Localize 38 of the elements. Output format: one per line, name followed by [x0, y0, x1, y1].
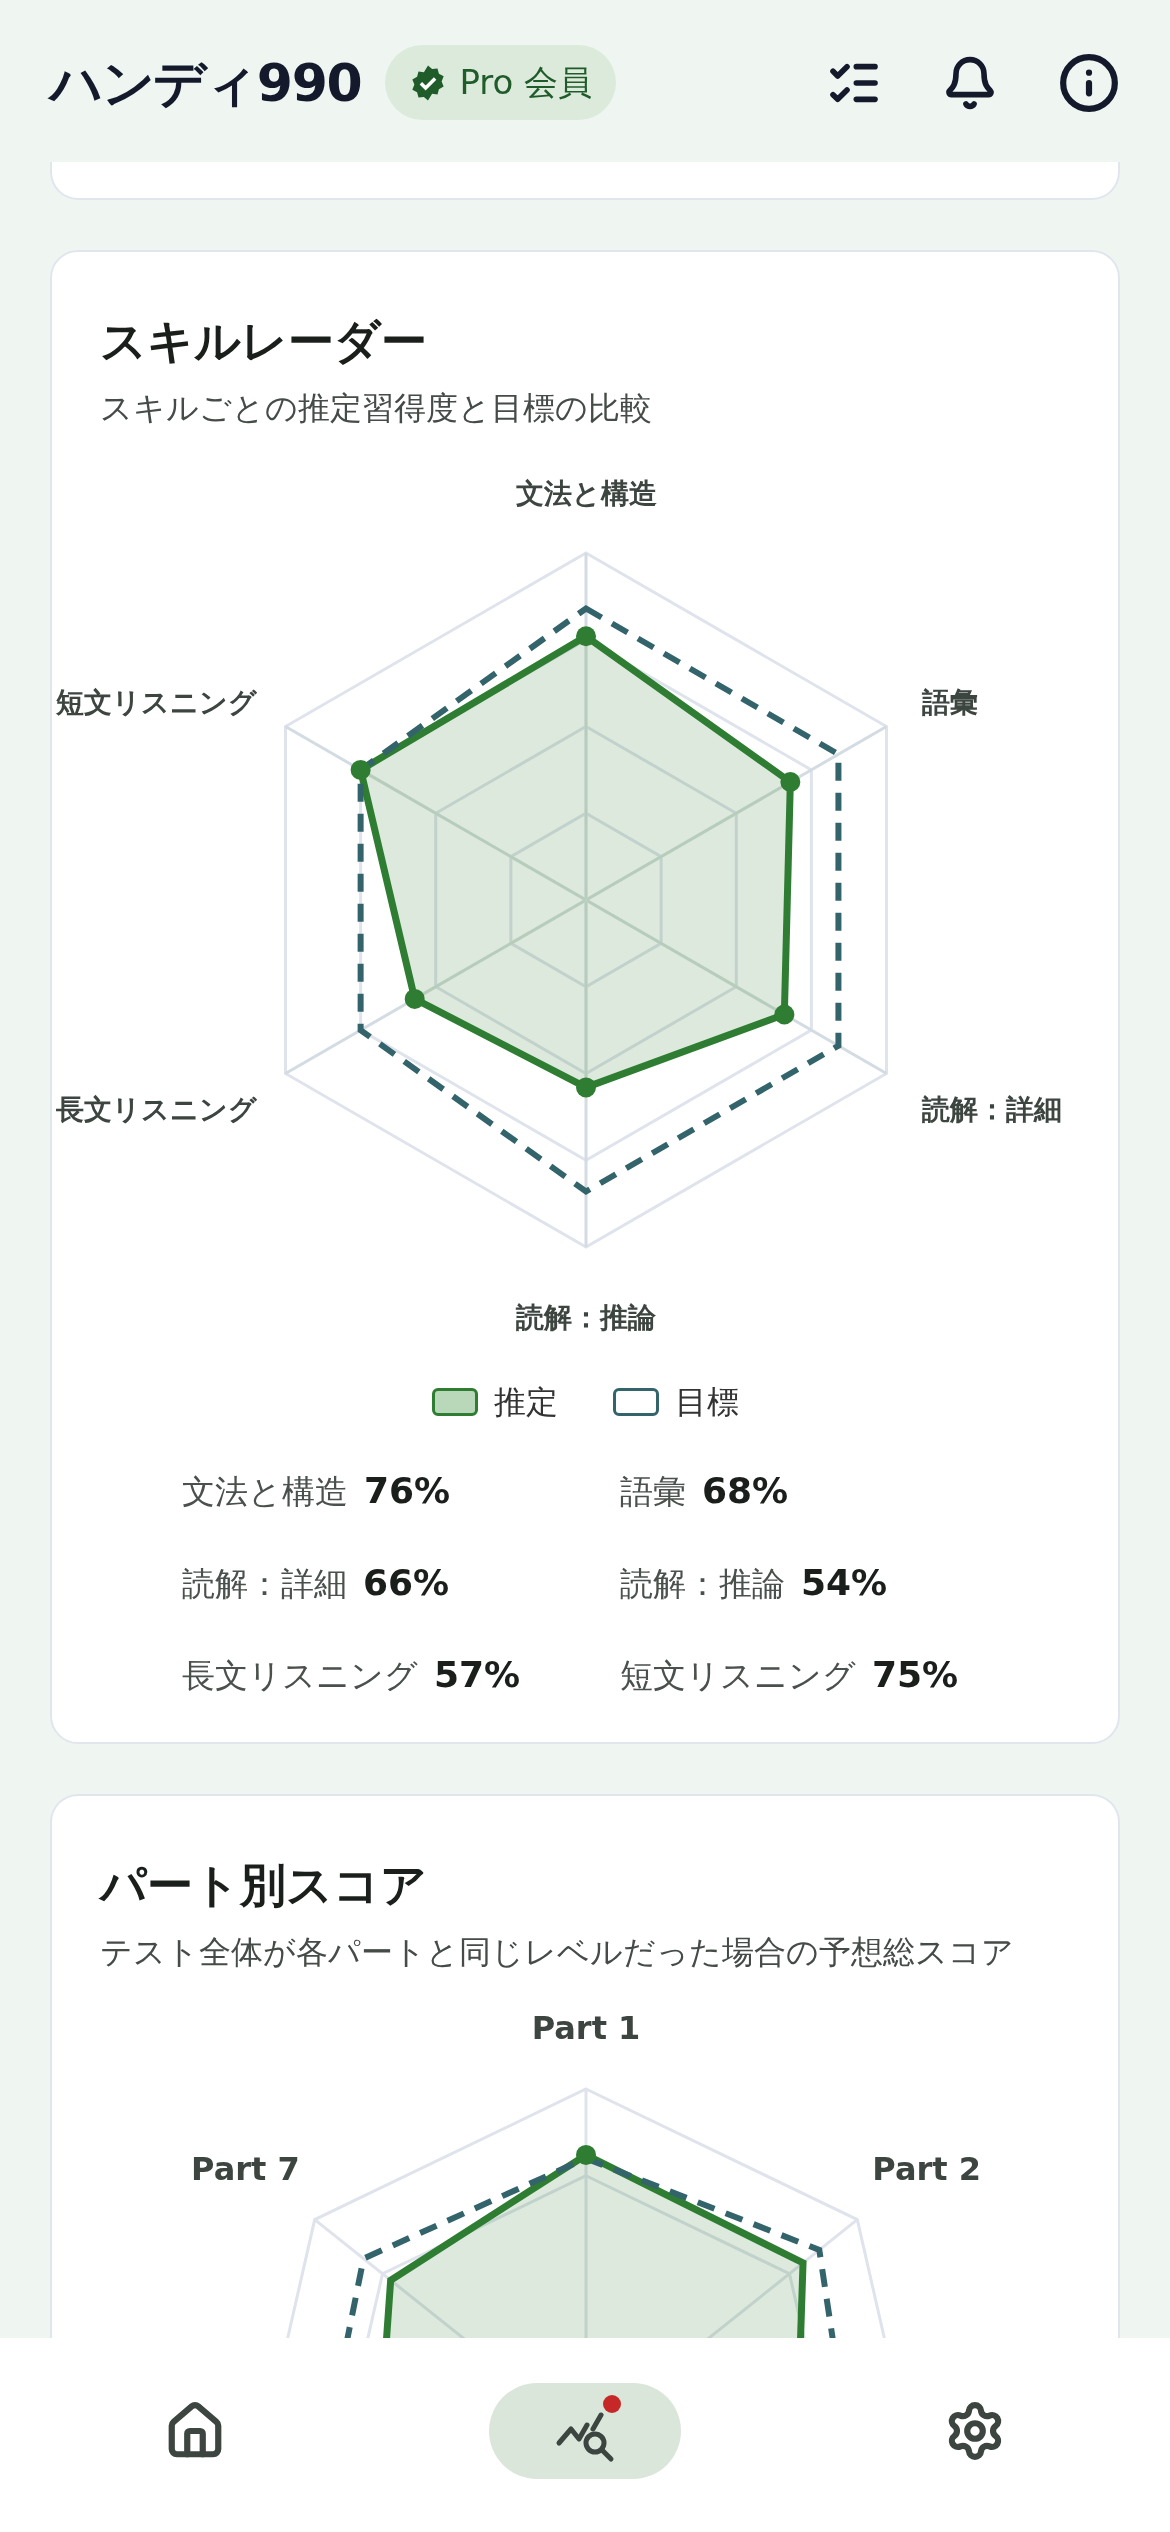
- data-point: [780, 772, 801, 792]
- stat-value: 54%: [801, 1561, 888, 1605]
- stat-label: 長文リスニング: [182, 1655, 418, 1697]
- stat-label: 短文リスニング: [620, 1655, 856, 1697]
- legend-swatch: [431, 1388, 478, 1416]
- axis-label: 読解：推論: [516, 1301, 656, 1334]
- axis-label: 語彙: [921, 685, 978, 719]
- axis-label: 長文リスニング: [56, 1092, 258, 1126]
- card-title: スキルレーダー: [99, 313, 428, 370]
- data-point: [350, 759, 371, 780]
- axis-label: Part 7: [191, 2149, 300, 2188]
- data-point: [774, 1004, 795, 1025]
- stat-label: 語彙: [620, 1471, 686, 1513]
- data-point: [404, 988, 425, 1009]
- stat-value: 75%: [872, 1653, 959, 1697]
- legend-swatch: [612, 1388, 659, 1416]
- axis-label: 文法と構造: [515, 477, 657, 510]
- stat-label: 読解：推論: [620, 1563, 785, 1605]
- axis-label: 読解：詳細: [921, 1092, 1062, 1126]
- card-subtitle: テスト全体が各パートと同じレベルだった場合の予想総スコア: [99, 1932, 1015, 1973]
- card-title: パート別スコア: [97, 1857, 428, 1914]
- axis-label: Part 1: [531, 2016, 641, 2047]
- axis-label: 短文リスニング: [56, 685, 258, 719]
- data-point: [576, 2144, 596, 2165]
- legend-label: 目標: [674, 1382, 739, 1423]
- info-icon[interactable]: [1058, 51, 1120, 114]
- stat-label: 読解：詳細: [182, 1563, 347, 1605]
- stat-value: 66%: [363, 1561, 450, 1605]
- stat-value: 57%: [434, 1653, 521, 1697]
- stat-label: 文法と構造: [182, 1471, 348, 1513]
- data-point: [576, 1077, 596, 1098]
- stat-value: 76%: [364, 1469, 451, 1513]
- legend-label: 推定: [493, 1382, 558, 1423]
- card-subtitle: スキルごとの推定習得度と目標の比較: [99, 388, 653, 429]
- badge-label: Pro 会員: [459, 61, 593, 104]
- data-point: [576, 626, 596, 647]
- stat-value: 68%: [702, 1469, 789, 1513]
- axis-label: Part 2: [872, 2149, 981, 2188]
